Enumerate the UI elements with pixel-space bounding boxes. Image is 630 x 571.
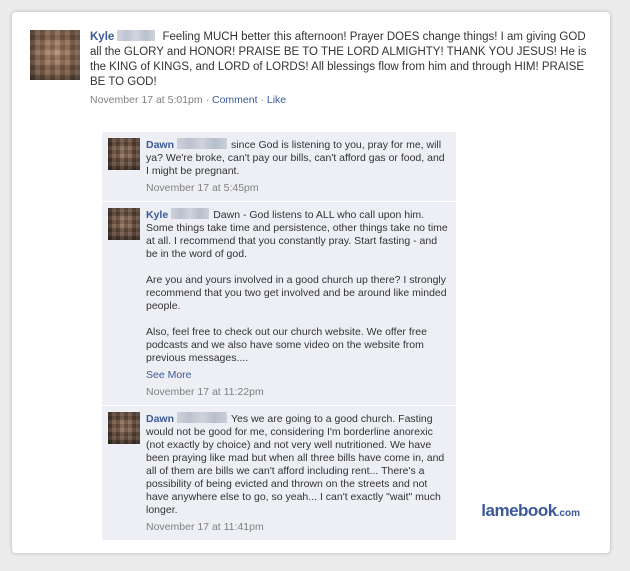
comment-item: Kyle Dawn - God listens to ALL who call u… bbox=[102, 202, 456, 406]
post-meta: November 17 at 5:01pm · Comment · Like bbox=[90, 93, 590, 107]
redacted-surname bbox=[177, 412, 228, 423]
comment-paragraph: Also, feel free to check out our church … bbox=[146, 326, 427, 364]
meta-separator: · bbox=[205, 94, 210, 106]
comment-item: Dawn Yes we are going to a good church. F… bbox=[102, 406, 456, 541]
redacted-surname bbox=[171, 208, 210, 219]
comment-text: Yes we are going to a good church. Fasti… bbox=[146, 413, 445, 516]
comment-timestamp[interactable]: November 17 at 11:22pm bbox=[146, 386, 448, 399]
like-link[interactable]: Like bbox=[267, 94, 286, 106]
comments-list: Dawn since God is listening to you, pray … bbox=[102, 132, 456, 541]
comment-author-name[interactable]: Dawn bbox=[146, 413, 174, 425]
post-message: Feeling MUCH better this afternoon! Pray… bbox=[90, 31, 587, 88]
screenshot-card: Kyle Feeling MUCH better this afternoon!… bbox=[12, 12, 610, 553]
logo-suffix: .com bbox=[556, 508, 580, 519]
post-author-avatar[interactable] bbox=[30, 30, 80, 80]
redacted-surname bbox=[117, 30, 156, 41]
meta-separator: · bbox=[260, 94, 264, 106]
comment-timestamp[interactable]: November 17 at 11:41pm bbox=[146, 521, 448, 534]
comment-content: Dawn Yes we are going to a good church. F… bbox=[146, 412, 448, 534]
comment-author-name[interactable]: Dawn bbox=[146, 139, 174, 151]
comment-author-name[interactable]: Kyle bbox=[146, 209, 168, 221]
post-author-name[interactable]: Kyle bbox=[90, 31, 114, 43]
lamebook-logo: lamebook.com bbox=[481, 501, 580, 521]
comment-avatar[interactable] bbox=[108, 208, 140, 240]
status-post: Kyle Feeling MUCH better this afternoon!… bbox=[30, 30, 590, 107]
comment-paragraph: Are you and yours involved in a good chu… bbox=[146, 274, 447, 312]
redacted-surname bbox=[177, 138, 228, 149]
comment-content: Kyle Dawn - God listens to ALL who call u… bbox=[146, 208, 448, 399]
comment-item: Dawn since God is listening to you, pray … bbox=[102, 132, 456, 202]
comment-avatar[interactable] bbox=[108, 412, 140, 444]
comment-content: Dawn since God is listening to you, pray … bbox=[146, 138, 448, 195]
post-body: Kyle Feeling MUCH better this afternoon!… bbox=[90, 30, 590, 107]
comment-timestamp[interactable]: November 17 at 5:45pm bbox=[146, 182, 448, 195]
comment-link[interactable]: Comment bbox=[212, 94, 258, 106]
comment-avatar[interactable] bbox=[108, 138, 140, 170]
see-more-link[interactable]: See More bbox=[146, 369, 448, 382]
logo-wordmark: lamebook bbox=[481, 501, 557, 520]
post-timestamp[interactable]: November 17 at 5:01pm bbox=[90, 94, 203, 106]
post-text-block: Kyle Feeling MUCH better this afternoon!… bbox=[90, 30, 590, 90]
